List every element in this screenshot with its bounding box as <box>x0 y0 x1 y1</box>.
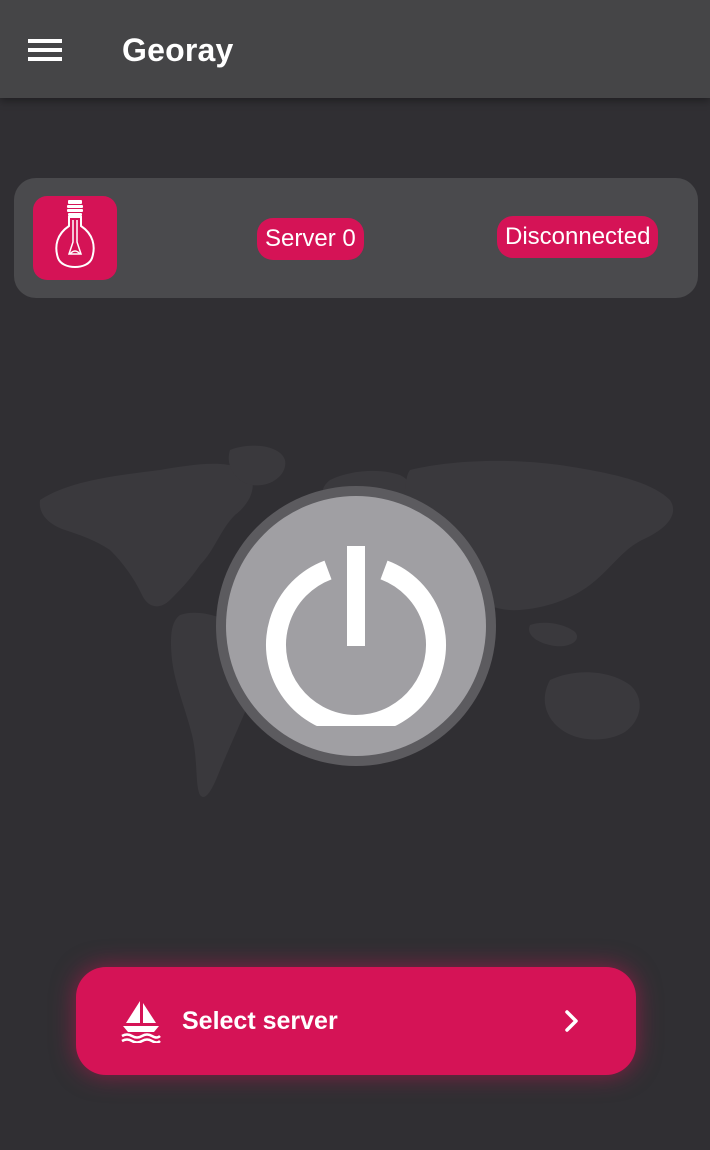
chevron-right-icon <box>565 1010 578 1032</box>
lightbulb-icon <box>55 200 95 268</box>
connection-status-badge: Disconnected <box>497 216 659 258</box>
power-icon <box>266 546 446 726</box>
status-card: Server 0 Disconnected <box>14 178 698 298</box>
power-button[interactable] <box>226 496 486 756</box>
hamburger-menu-icon <box>28 39 62 61</box>
bulb-tile <box>33 196 117 280</box>
menu-button[interactable] <box>20 26 70 74</box>
sailboat-icon <box>121 1001 161 1043</box>
server-badge: Server 0 <box>257 218 364 260</box>
select-server-button[interactable]: Select server <box>76 967 636 1075</box>
select-server-label: Select server <box>182 1007 338 1035</box>
app-title: Georay <box>122 32 234 68</box>
app-bar: Georay <box>0 0 710 98</box>
